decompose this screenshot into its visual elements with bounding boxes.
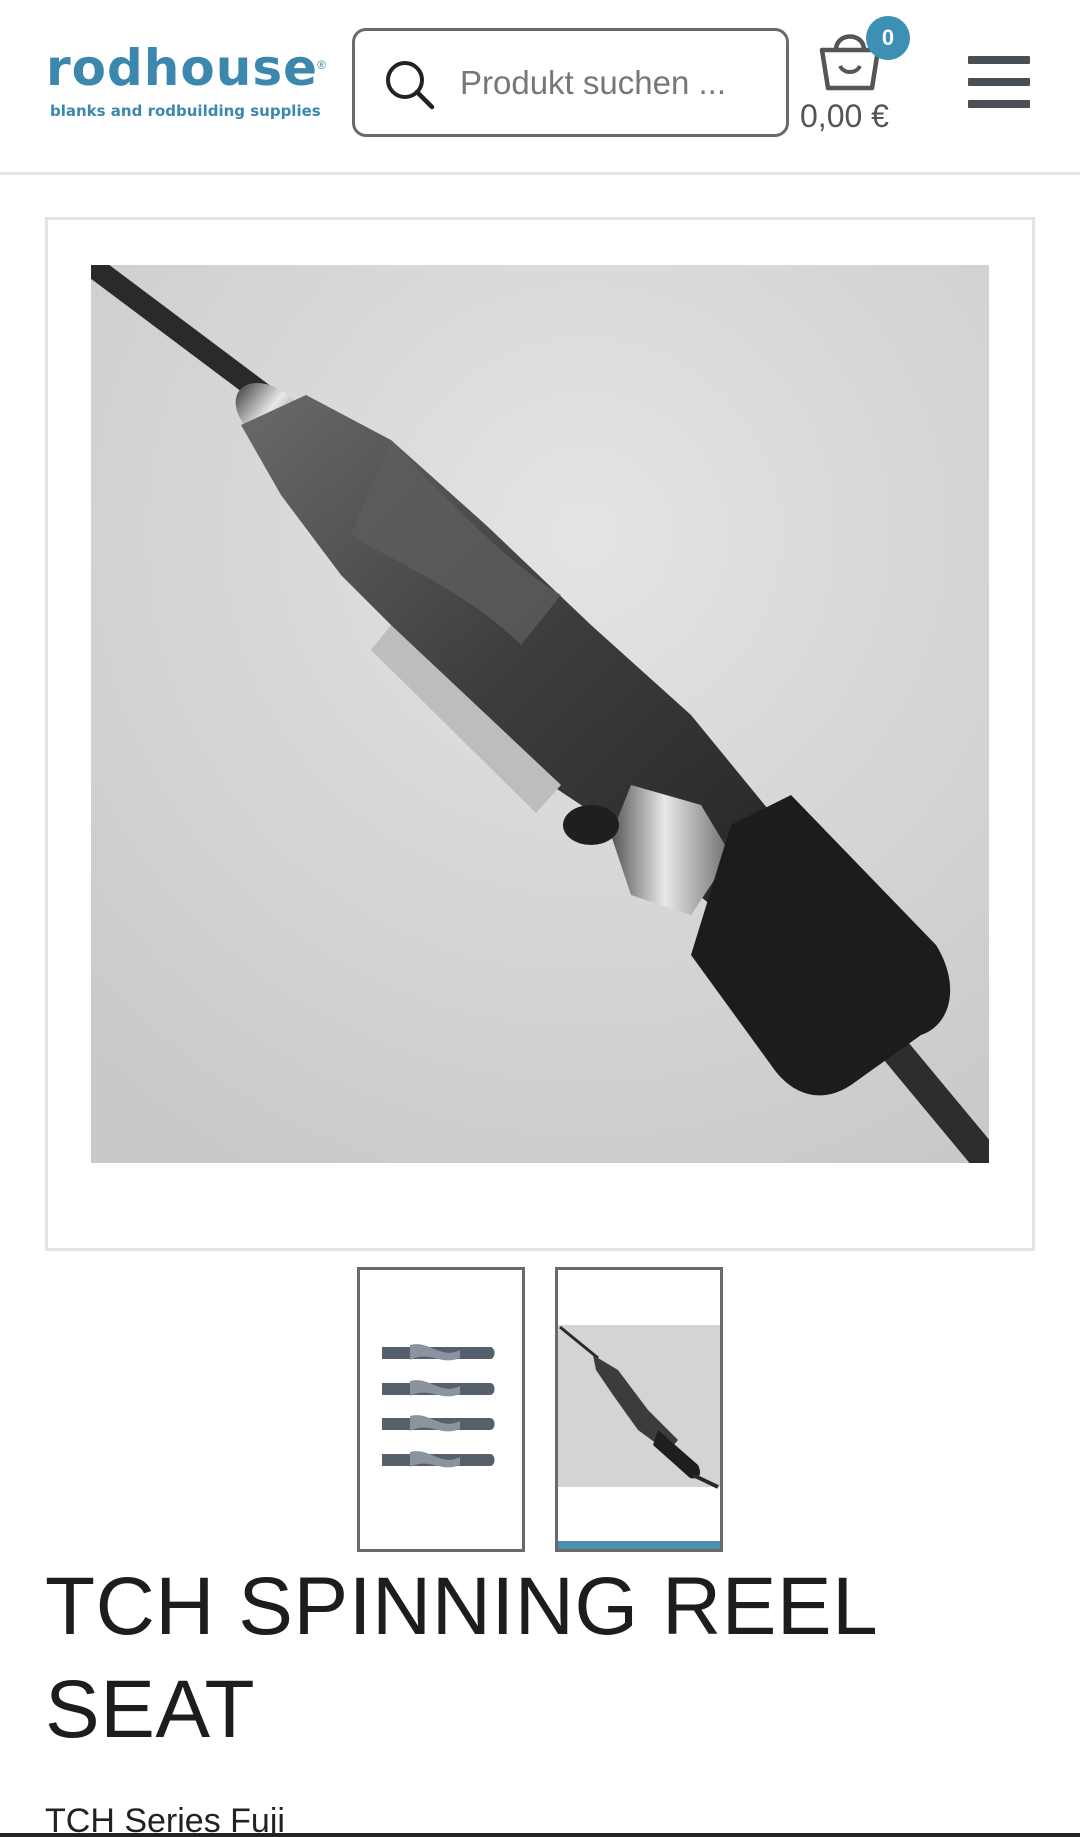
gallery-thumbnail-active[interactable]: [555, 1267, 723, 1552]
search-input[interactable]: [460, 53, 760, 113]
logo-registered-mark: ®: [317, 58, 326, 72]
search-icon[interactable]: [383, 58, 437, 112]
site-logo[interactable]: rodhouse ® blanks and rodbuilding suppli…: [46, 38, 326, 128]
active-thumbnail-indicator: [558, 1541, 720, 1549]
bottom-edge-bar: [0, 1833, 1080, 1837]
thumbnail-image: [360, 1270, 522, 1549]
logo-tagline: blanks and rodbuilding supplies: [50, 102, 321, 120]
product-main-image[interactable]: [91, 265, 989, 1163]
menu-line: [968, 78, 1030, 86]
cart-total: 0,00 €: [800, 98, 889, 134]
cart-count-badge: 0: [866, 16, 910, 60]
logo-wordmark: rodhouse: [46, 39, 319, 97]
product-subtitle: TCH Series Fuji: [45, 1802, 285, 1837]
product-image-frame: [45, 217, 1035, 1251]
site-header: rodhouse ® blanks and rodbuilding suppli…: [0, 0, 1080, 175]
product-title: TCH SPINNING REEL SEAT: [45, 1561, 876, 1755]
thumbnail-image: [558, 1270, 720, 1549]
menu-line: [968, 100, 1030, 108]
search-box[interactable]: [352, 28, 789, 137]
gallery-thumbnail[interactable]: [357, 1267, 525, 1552]
menu-line: [968, 56, 1030, 64]
hamburger-menu-icon[interactable]: [968, 54, 1030, 110]
cart-button[interactable]: 0 0,00 €: [798, 16, 928, 146]
